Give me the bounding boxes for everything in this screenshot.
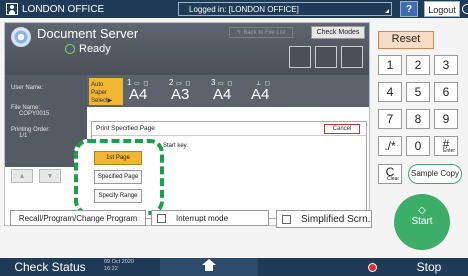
- tray-paper-size: A4: [129, 86, 148, 103]
- paper-tray-button[interactable]: 3 ▭ ◻ A4: [209, 78, 247, 105]
- check-modes-button[interactable]: Check Modes: [311, 26, 365, 39]
- printing-order-label: Printing Order:: [11, 127, 51, 133]
- check-status-button[interactable]: Check Status: [6, 258, 94, 276]
- key-7[interactable]: 7: [378, 109, 402, 129]
- office-name: LONDON OFFICE: [22, 3, 105, 15]
- stop-indicator-icon: [368, 263, 377, 272]
- ready-circle-icon: [65, 44, 75, 54]
- paper-selection-row: Auto Paper Select▶ 1 ▭ ◻ A4 2 ▭ ◻ A3 3 ▭…: [87, 75, 369, 107]
- logged-in-text: Logged in: [LONDON OFFICE]: [189, 4, 299, 14]
- tray-paper-size: A4: [213, 86, 232, 103]
- energy-saver-moon-icon[interactable]: [462, 4, 468, 14]
- back-to-file-list-label: Back to File List: [243, 29, 286, 36]
- key-0[interactable]: 0: [406, 136, 430, 156]
- key-6[interactable]: 6: [434, 82, 458, 102]
- file-name-value: COPY0015: [19, 111, 50, 117]
- interrupt-label: Interrupt mode: [176, 213, 229, 223]
- key-4[interactable]: 4: [378, 82, 402, 102]
- status-indicator: Ready: [65, 43, 111, 55]
- interrupt-checkbox[interactable]: [157, 213, 166, 223]
- user-name-label: User Name:: [11, 85, 44, 91]
- interrupt-mode-toggle[interactable]: Interrupt mode: [151, 210, 269, 226]
- start-label: Start: [411, 216, 433, 227]
- printing-order-value: 1/1: [19, 133, 28, 139]
- app-title: Document Server: [37, 26, 139, 41]
- function-slot[interactable]: [341, 46, 363, 68]
- logout-button[interactable]: Logout: [424, 1, 460, 17]
- stop-button[interactable]: Stop: [404, 258, 454, 276]
- corner-triangle-icon: [385, 9, 389, 13]
- time-text: 16:22: [104, 266, 118, 272]
- key-3[interactable]: 3: [434, 55, 458, 75]
- clear-label: Clear: [387, 176, 399, 182]
- app-header: Document Server Ready ↰ Back to File Lis…: [5, 23, 369, 75]
- back-to-file-list-button: ↰ Back to File List: [229, 27, 293, 38]
- date-time: 09 Oct 2020 16:22: [104, 259, 134, 273]
- key-1[interactable]: 1: [378, 55, 402, 75]
- start-diamond-icon: ◇: [418, 205, 426, 216]
- sample-copy-button[interactable]: Sample Copy: [408, 164, 462, 184]
- office-label: LONDON OFFICE: [6, 2, 160, 16]
- home-button[interactable]: [160, 258, 258, 276]
- simplified-checkbox[interactable]: [282, 214, 291, 224]
- function-slot[interactable]: [315, 46, 337, 68]
- status-text: Ready: [79, 43, 111, 55]
- auto-paper-select-button[interactable]: Auto Paper Select▶: [89, 78, 123, 105]
- home-icon: [202, 259, 216, 272]
- key-2[interactable]: 2: [406, 55, 430, 75]
- recall-program-button[interactable]: Recall/Program/Change Program: [10, 210, 146, 226]
- bottom-controls: Recall/Program/Change Program Interrupt …: [4, 210, 372, 228]
- key-dot-star[interactable]: ./*: [378, 136, 402, 156]
- help-button[interactable]: ?: [400, 1, 418, 17]
- key-hash-enter[interactable]: # Enter: [434, 136, 458, 156]
- user-icon: [6, 3, 18, 15]
- user-name-row: User Name:: [11, 85, 43, 91]
- clear-key[interactable]: C Clear: [378, 164, 402, 184]
- status-bar: Check Status 09 Oct 2020 16:22 Stop: [0, 258, 468, 276]
- function-slot[interactable]: [289, 46, 311, 68]
- scroll-up-button[interactable]: ▲: [11, 169, 33, 183]
- tray-paper-size: A3: [171, 86, 190, 103]
- paper-tray-button[interactable]: 2 ▭ ◻ A3: [167, 78, 205, 105]
- document-server-icon: [11, 27, 31, 47]
- page-options-highlight: 1st Page Specified Page Specify Range: [74, 139, 164, 215]
- date-text: 09 Oct 2020: [104, 259, 134, 265]
- key-5[interactable]: 5: [406, 82, 430, 102]
- file-name-row: File Name: COPY0015: [11, 105, 49, 117]
- enter-label: Enter: [443, 148, 455, 154]
- logged-in-status[interactable]: Logged in: [LONDON OFFICE]: [178, 2, 392, 16]
- bypass-tray-button[interactable]: ⊥ ◻ A4: [247, 78, 285, 105]
- cancel-button[interactable]: Cancel: [324, 124, 360, 134]
- start-button[interactable]: ◇ Start: [394, 194, 450, 250]
- specify-range-option[interactable]: Specify Range: [94, 189, 142, 203]
- simplified-label: Simplified Scrn.: [301, 213, 371, 225]
- printing-order-row: Printing Order: 1/1: [11, 127, 50, 139]
- top-bar: LONDON OFFICE Logged in: [LONDON OFFICE]…: [0, 0, 468, 18]
- scroll-down-button[interactable]: ▼: [39, 169, 61, 183]
- tray-paper-size: A4: [251, 86, 270, 103]
- back-arrow-icon: ↰: [236, 30, 242, 36]
- main-panel: Document Server Ready ↰ Back to File Lis…: [4, 22, 370, 226]
- first-page-option[interactable]: 1st Page: [94, 151, 142, 165]
- reset-button[interactable]: Reset: [378, 31, 434, 49]
- key-8[interactable]: 8: [406, 109, 430, 129]
- simplified-screen-toggle[interactable]: Simplified Scrn.: [276, 210, 372, 228]
- specified-page-option[interactable]: Specified Page: [94, 170, 142, 184]
- paper-tray-button[interactable]: 1 ▭ ◻ A4: [125, 78, 163, 105]
- key-9[interactable]: 9: [434, 109, 458, 129]
